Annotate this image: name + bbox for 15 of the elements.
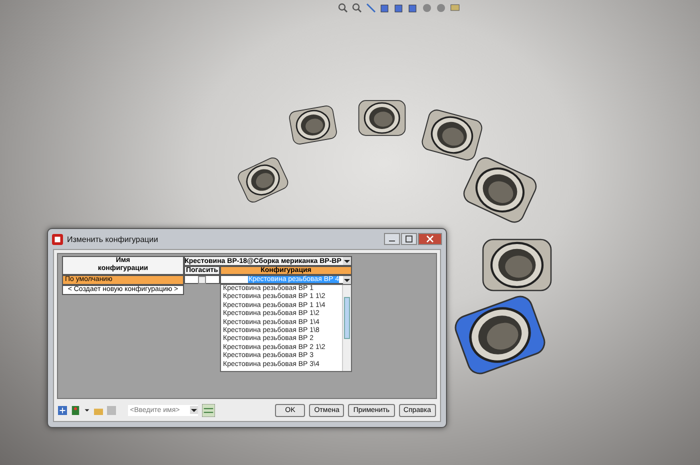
window-title: Изменить конфигурации [67, 234, 158, 244]
caret-icon[interactable] [190, 406, 198, 414]
app-icon [52, 234, 63, 244]
checkbox[interactable] [198, 276, 206, 284]
close-button[interactable] [418, 233, 442, 245]
maximize-button[interactable] [401, 233, 417, 245]
magnifier-icon[interactable] [352, 3, 362, 13]
minimize-button[interactable] [384, 233, 400, 245]
caret-icon[interactable] [84, 407, 90, 413]
scrollbar[interactable] [342, 285, 351, 371]
maximize-icon [405, 235, 413, 243]
caret-icon[interactable] [343, 276, 351, 284]
close-icon [426, 235, 434, 243]
magnifier-icon[interactable] [338, 3, 348, 13]
caret-icon[interactable] [343, 257, 352, 265]
